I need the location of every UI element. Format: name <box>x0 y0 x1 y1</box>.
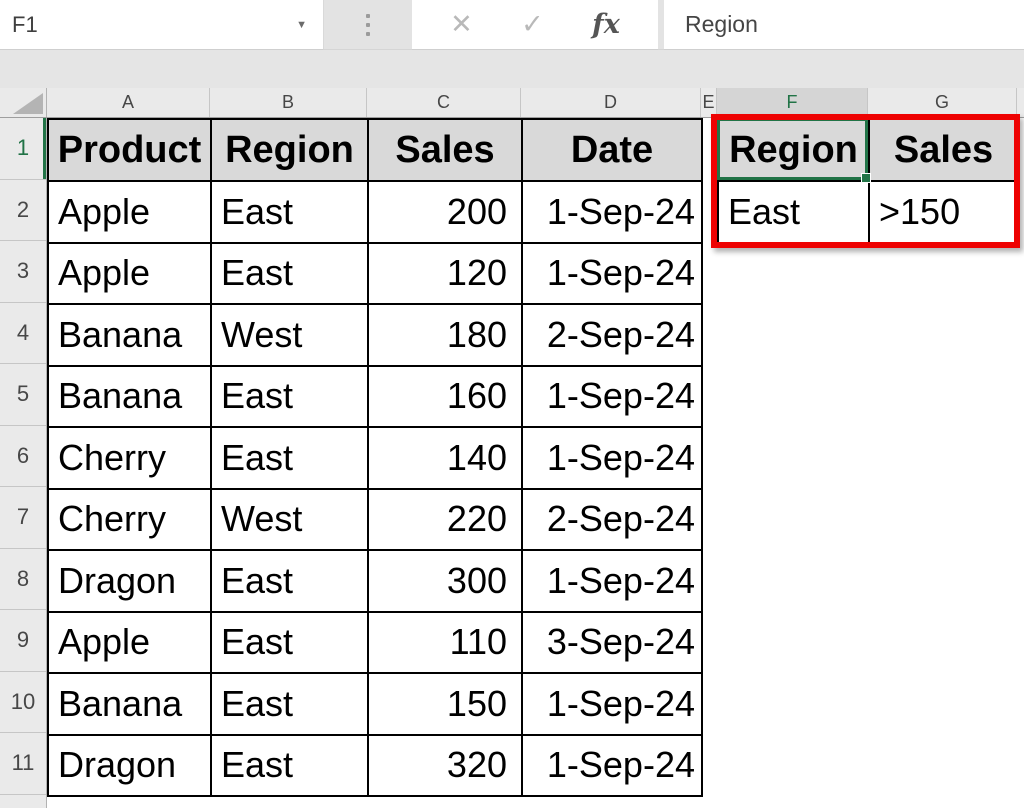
cell[interactable]: 1-Sep-24 <box>521 241 703 305</box>
row-header-9[interactable]: 9 <box>0 610 46 672</box>
cell[interactable]: 1-Sep-24 <box>521 364 703 428</box>
cell[interactable]: East <box>210 549 369 613</box>
table-row: Banana East 160 1-Sep-24 <box>47 364 703 428</box>
column-header-f[interactable]: F <box>717 88 868 117</box>
cell[interactable]: East <box>210 733 369 797</box>
row-header-10[interactable]: 10 <box>0 672 46 733</box>
cell[interactable]: 2-Sep-24 <box>521 303 703 367</box>
cell[interactable]: East <box>210 180 369 244</box>
table-row: Cherry East 140 1-Sep-24 <box>47 426 703 490</box>
column-header-a[interactable]: A <box>47 88 210 117</box>
row-header-7[interactable]: 7 <box>0 487 46 549</box>
cell[interactable]: 3-Sep-24 <box>521 610 703 674</box>
table-row: Apple East 120 1-Sep-24 <box>47 241 703 305</box>
header-cell-product[interactable]: Product <box>47 118 212 182</box>
header-cell-region[interactable]: Region <box>210 118 369 182</box>
table-row: Dragon East 320 1-Sep-24 <box>47 733 703 797</box>
cell[interactable]: 180 <box>367 303 523 367</box>
row-header-5[interactable]: 5 <box>0 364 46 426</box>
row-header-8[interactable]: 8 <box>0 549 46 610</box>
cell[interactable]: East <box>210 610 369 674</box>
cancel-icon[interactable]: ✕ <box>450 11 473 38</box>
cell[interactable]: 200 <box>367 180 523 244</box>
cell[interactable]: East <box>210 672 369 736</box>
table-row: Dragon East 300 1-Sep-24 <box>47 549 703 613</box>
cell[interactable]: Apple <box>47 610 212 674</box>
grip-dots-icon <box>366 13 370 36</box>
formula-bar-grip[interactable] <box>324 0 412 50</box>
row-header-1[interactable]: 1 <box>0 118 46 180</box>
cell[interactable]: Cherry <box>47 426 212 490</box>
formula-buttons: ✕ ✓ fx <box>412 0 658 50</box>
cell[interactable]: 1-Sep-24 <box>521 180 703 244</box>
cell[interactable]: 120 <box>367 241 523 305</box>
cell[interactable]: 1-Sep-24 <box>521 672 703 736</box>
cell[interactable]: Dragon <box>47 549 212 613</box>
row-header-4[interactable]: 4 <box>0 303 46 364</box>
column-header-e[interactable]: E <box>701 88 717 117</box>
cell[interactable]: 110 <box>367 610 523 674</box>
table-row: Apple East 200 1-Sep-24 <box>47 180 703 244</box>
cell[interactable]: Banana <box>47 364 212 428</box>
sheet-cells[interactable]: Product Region Sales Date Apple East 200 1-Sep-… <box>47 114 1024 808</box>
data-table: Product Region Sales Date Apple East 200 1-Sep-… <box>47 118 703 797</box>
name-box-value: F1 <box>12 11 38 37</box>
cell[interactable]: Dragon <box>47 733 212 797</box>
cell[interactable]: East <box>210 426 369 490</box>
header-cell-date[interactable]: Date <box>521 118 703 182</box>
cell[interactable]: 1-Sep-24 <box>521 549 703 613</box>
row-header-2[interactable]: 2 <box>0 180 46 241</box>
cell[interactable]: 300 <box>367 549 523 613</box>
select-all-button[interactable] <box>0 88 47 117</box>
formula-value: Region <box>685 11 758 37</box>
row-header-column: 1 2 3 4 5 6 7 8 9 10 11 <box>0 118 47 808</box>
formula-input[interactable]: Region <box>664 0 1024 50</box>
column-header-b[interactable]: B <box>210 88 367 117</box>
row-header-partial <box>0 795 46 807</box>
cell[interactable]: Cherry <box>47 487 212 551</box>
cell[interactable]: 320 <box>367 733 523 797</box>
name-box[interactable]: F1 ▼ <box>0 0 324 50</box>
cell[interactable]: 150 <box>367 672 523 736</box>
cell[interactable]: West <box>210 303 369 367</box>
insert-function-icon[interactable]: fx <box>592 11 620 38</box>
cell[interactable]: West <box>210 487 369 551</box>
cell[interactable]: East <box>210 241 369 305</box>
header-cell-sales[interactable]: Sales <box>367 118 523 182</box>
row-header-3[interactable]: 3 <box>0 241 46 303</box>
column-header-c[interactable]: C <box>367 88 521 117</box>
cell[interactable]: Banana <box>47 672 212 736</box>
table-row: Banana West 180 2-Sep-24 <box>47 303 703 367</box>
cell[interactable]: 140 <box>367 426 523 490</box>
sheet-grid: 1 2 3 4 5 6 7 8 9 10 11 Product Region Sales Date Appl… <box>0 114 1024 808</box>
cell[interactable]: East <box>210 364 369 428</box>
column-header-d[interactable]: D <box>521 88 701 117</box>
table-row: Apple East 110 3-Sep-24 <box>47 610 703 674</box>
excel-window: F1 ▼ ✕ ✓ fx Region ABCDEFG 1 2 3 4 5 6 7 8 9 10 11 <box>0 0 1024 808</box>
column-header-g[interactable]: G <box>868 88 1017 117</box>
column-header-partial <box>1017 88 1024 117</box>
cell[interactable]: Banana <box>47 303 212 367</box>
row-header-11[interactable]: 11 <box>0 733 46 795</box>
select-all-triangle-icon <box>13 93 43 114</box>
cell[interactable]: 160 <box>367 364 523 428</box>
table-row: Cherry West 220 2-Sep-24 <box>47 487 703 551</box>
cell[interactable]: Apple <box>47 180 212 244</box>
table-row: Banana East 150 1-Sep-24 <box>47 672 703 736</box>
cell[interactable]: 1-Sep-24 <box>521 733 703 797</box>
enter-icon[interactable]: ✓ <box>521 11 544 38</box>
annotation-red-box <box>711 114 1020 248</box>
row-header-6[interactable]: 6 <box>0 426 46 487</box>
cell[interactable]: 1-Sep-24 <box>521 426 703 490</box>
cell[interactable]: 220 <box>367 487 523 551</box>
cell[interactable]: 2-Sep-24 <box>521 487 703 551</box>
formula-bar-area: F1 ▼ ✕ ✓ fx Region <box>0 0 1024 88</box>
name-box-dropdown-icon[interactable]: ▼ <box>296 19 313 31</box>
cell[interactable]: Apple <box>47 241 212 305</box>
